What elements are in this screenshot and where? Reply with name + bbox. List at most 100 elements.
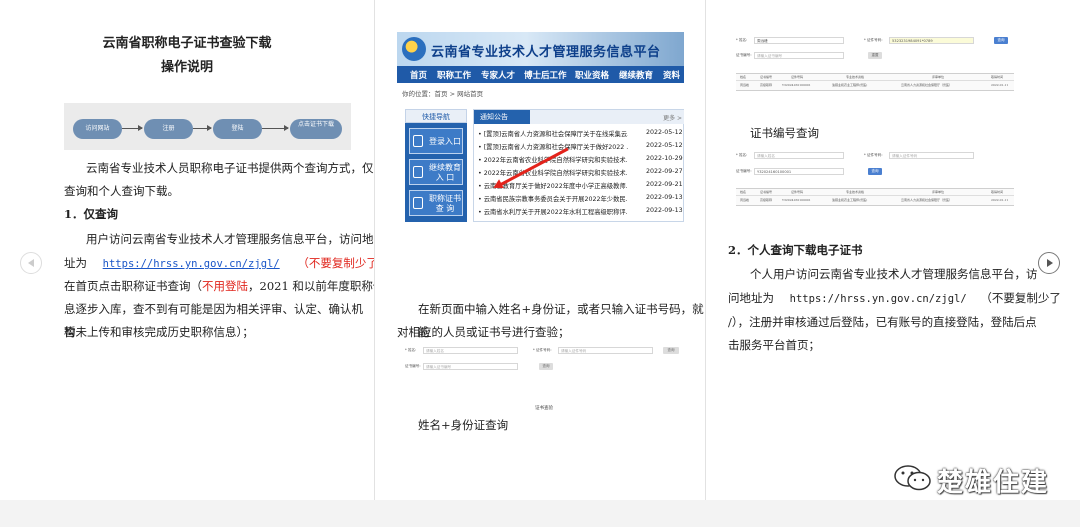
flow-step-visit: 访问网站: [73, 119, 122, 139]
portal-nav-item[interactable]: 职业资格: [575, 69, 609, 81]
input-value: 周远峰: [757, 39, 768, 43]
next-page-button[interactable]: [1038, 252, 1060, 274]
name-input[interactable]: 请输入姓名: [423, 347, 518, 354]
portal-nav-item[interactable]: 职称工作: [437, 69, 471, 81]
table-header: 姓名: [740, 75, 747, 79]
previous-page-button[interactable]: [20, 252, 42, 274]
body-line: 对相应的人员或证书号进行查验；: [397, 325, 570, 339]
body-line: 址为 https://hrss.yn.gov.cn/zjgl/ （不要复制少了/…: [64, 252, 399, 276]
body-text: 问地址为: [728, 291, 774, 305]
notice-item[interactable]: • [置顶]云南省人力资源和社会保障厅关于在线采集云... 2022-05-12: [478, 128, 683, 139]
form-label: * 证件号码:: [864, 153, 883, 157]
form-caption: 证书查验: [535, 406, 553, 411]
input-value: 5323231984091*0789: [892, 39, 933, 43]
login-entry-button[interactable]: 登录入口: [409, 128, 463, 154]
table-header: 评审单位: [932, 75, 945, 79]
name-input[interactable]: 周远峰: [754, 37, 844, 44]
portal-nav-item[interactable]: 博士后工作: [524, 69, 567, 81]
table-header: 证书编号: [760, 190, 773, 194]
notice-title: • 云南省民族宗教事务委员会关于开展2022年少数民...: [478, 196, 628, 203]
query-form-mockup: * 姓名: 请输入姓名 * 证件号码: 请输入证件号码 查询 证书编号: 请输入…: [405, 345, 685, 415]
table-header: 证书编号: [760, 75, 773, 79]
intro-line: 云南省专业技术人员职称电子证书提供两个查询方式，仅: [86, 161, 374, 175]
table-header: 取得时间: [991, 75, 1004, 79]
body-text: （不要复制少了: [980, 291, 1061, 305]
doc-subtitle: 操作说明: [160, 60, 213, 75]
portal-nav-item[interactable]: 继续教育: [619, 69, 653, 81]
notice-item[interactable]: • [置顶]云南省人力资源和社会保障厅关于做好2022 ... 2022-05-1…: [478, 141, 683, 152]
notice-date: 2022-09-21: [646, 181, 683, 188]
id-number-input[interactable]: 请输入证件号码: [889, 152, 974, 159]
query-form-mockup: * 姓名: 周远峰 * 证件号码: 5323231984091*0789 查询 …: [736, 35, 1026, 65]
body-line: 问地址为 https://hrss.yn.gov.cn/zjgl/ （不要复制少…: [728, 287, 1061, 311]
table-cell: 2022-01-11: [991, 83, 1009, 87]
platform-url-link[interactable]: https://hrss.yn.gov.cn/zjgl/: [103, 258, 280, 270]
table-cell: 渔猎业和农业工程师(兽医): [832, 83, 868, 87]
more-link[interactable]: 更多 >: [663, 113, 682, 122]
notice-header: 通知公告 更多 >: [474, 110, 684, 124]
notice-date: 2022-05-12: [646, 129, 683, 136]
portal-logo-icon: [402, 37, 426, 61]
notice-panel: 通知公告 更多 > • [置顶]云南省人力资源和社会保障厅关于在线采集云... 2…: [473, 109, 684, 222]
body-line: /），注册并审核通过后登陆，已有账号的直接登陆，登陆后点: [728, 315, 1037, 329]
section-heading-query: 1．仅查询: [64, 207, 119, 221]
button-label: 职称证书查 询: [429, 194, 461, 213]
table-header: 证件号码: [791, 75, 804, 79]
form-label: * 姓名:: [736, 153, 748, 157]
continuing-education-button[interactable]: 继续教育入 口: [409, 159, 463, 185]
table-cell: Y32024160100001: [782, 198, 811, 202]
intro-line: 查询和个人查询下载。: [64, 184, 179, 198]
query-button[interactable]: 查询: [539, 363, 553, 370]
placeholder: 请输入姓名: [426, 349, 444, 353]
placeholder: 请输入证书编号: [757, 54, 783, 58]
form-label: * 姓名:: [405, 348, 417, 352]
notice-item[interactable]: • 云南省民族宗教事务委员会关于开展2022年少数民... 2022-09-13: [478, 193, 683, 204]
table-header: 证件号码: [791, 190, 804, 194]
certificate-number-input[interactable]: 请输入证书编号: [754, 52, 844, 59]
input-value: Y32024160100001: [757, 170, 792, 174]
portal-title: 云南省专业技术人才管理服务信息平台: [431, 45, 661, 60]
reset-button[interactable]: 重置: [868, 52, 882, 59]
form-label: 证书编号:: [736, 169, 752, 173]
flow-arrow: [262, 125, 289, 131]
notice-title: • [置顶]云南省人力资源和社会保障厅关于做好2022 ...: [478, 144, 628, 151]
notice-item[interactable]: • 云南省水利厅关于开展2022年水利工程高级职称评... 2022-09-13: [478, 206, 683, 217]
flow-arrow: [122, 125, 143, 131]
portal-nav-item[interactable]: 首页: [410, 69, 427, 81]
portal-nav-item[interactable]: 专家人才: [481, 69, 515, 81]
query-button[interactable]: 查询: [994, 37, 1008, 44]
placeholder: 请输入证件号码: [561, 349, 587, 353]
query-button[interactable]: 查询: [868, 168, 882, 175]
form-label: * 证件号码:: [533, 348, 552, 352]
warning-text: 不用登陆: [202, 279, 248, 293]
query-button[interactable]: 查询: [663, 347, 679, 354]
certificate-query-button[interactable]: 职称证书查 询: [409, 190, 463, 216]
flow-arrow: [193, 125, 212, 131]
id-number-input[interactable]: 请输入证件号码: [558, 347, 653, 354]
form-label: 证书编号:: [405, 364, 421, 368]
table-header: 评审单位: [932, 190, 945, 194]
name-input[interactable]: 请输入姓名: [754, 152, 844, 159]
body-line: 用户访问云南省专业技术人才管理服务信息平台，访问地: [86, 232, 374, 246]
button-label: 继续教育入 口: [429, 163, 461, 182]
notice-item[interactable]: • 2022年云南省农业科学院自然科学研究和实验技术... 2022-09-27: [478, 167, 683, 178]
table-cell: 周远峰: [740, 198, 750, 202]
notice-item[interactable]: • 2022年云南省农业科学院自然科学研究和实验技术... 2022-10-29: [478, 154, 683, 165]
notice-title: • 云南省水利厅关于开展2022年水利工程高级职称评...: [478, 209, 628, 216]
placeholder: 请输入证件号码: [892, 154, 918, 158]
certificate-number-input[interactable]: Y32024160100001: [754, 168, 844, 175]
flow-step-download: 点击证书下载: [290, 119, 342, 139]
portal-quick-nav: 快捷导航 登录入口 继续教育入 口 职称证书查 询: [405, 109, 467, 222]
body-line: 姓名+身份证查询: [418, 418, 509, 432]
notice-tab[interactable]: 通知公告: [474, 110, 530, 124]
certificate-number-input[interactable]: 请输入证书编号: [423, 363, 518, 370]
portal-nav-item[interactable]: 资料下: [663, 69, 684, 93]
flow-step-login: 登陆: [213, 119, 262, 139]
watermark-text: 楚雄住建: [937, 468, 1050, 498]
table-cell: 周远峰: [740, 83, 750, 87]
page-3: * 姓名: 周远峰 * 证件号码: 5323231984091*0789 查询 …: [706, 0, 1080, 500]
id-number-input[interactable]: 5323231984091*0789: [889, 37, 974, 44]
notice-date: 2022-09-13: [646, 194, 683, 201]
table-header: 专业技术资格: [846, 75, 865, 79]
form-label: * 姓名:: [736, 38, 748, 42]
